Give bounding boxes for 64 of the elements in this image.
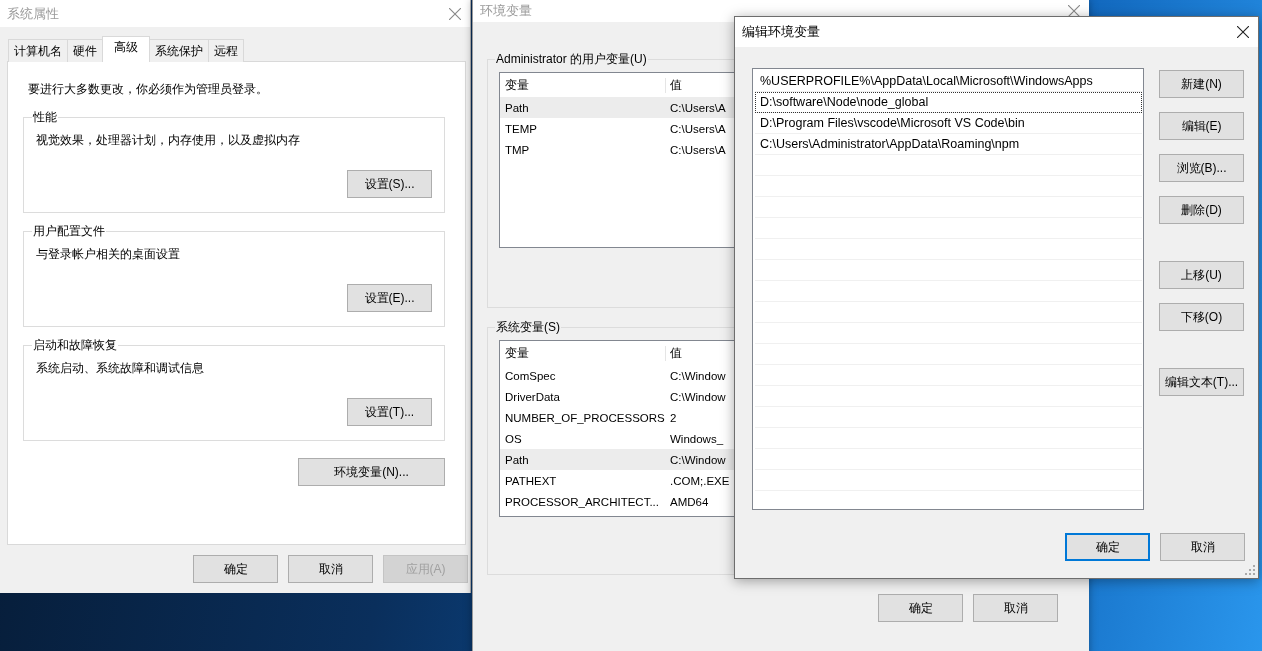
table-cell-text: NUMBER_OF_PROCESSORS	[504, 411, 666, 424]
settings-button[interactable]: 设置(T)...	[347, 398, 432, 426]
group-title: Administrator 的用户变量(U)	[495, 51, 648, 68]
table-cell-text: TMP	[504, 143, 531, 156]
action-button[interactable]: 删除(D)	[1159, 196, 1244, 224]
tab[interactable]: 远程	[208, 39, 244, 62]
close-icon[interactable]	[1237, 26, 1249, 38]
tab[interactable]: 硬件	[67, 39, 103, 62]
dialog-button[interactable]: 确定	[193, 555, 278, 583]
window-title: 环境变量	[480, 2, 532, 20]
list-item[interactable]: C:\Users\Administrator\AppData\Roaming\npm	[755, 134, 1142, 155]
table-cell-text: ComSpec	[504, 369, 557, 382]
notice-text: 要进行大多数更改，你必须作为管理员登录。	[28, 81, 269, 98]
list-item[interactable]: D:\Program Files\vscode\Microsoft VS Code\bin	[755, 113, 1142, 134]
table-cell-text: OS	[504, 432, 523, 445]
dialog-button[interactable]: 取消	[288, 555, 373, 583]
table-cell-text: .COM;.EXE	[669, 474, 730, 487]
table-cell-text: C:\Window	[669, 369, 726, 382]
table-cell-text: C:\Users\A	[669, 122, 726, 135]
dialog-button[interactable]: 确定	[878, 594, 963, 622]
group-title: 性能	[32, 109, 58, 126]
settings-button[interactable]: 设置(E)...	[347, 284, 432, 312]
column-header[interactable]: 变量	[500, 77, 666, 93]
action-button[interactable]: 上移(U)	[1159, 261, 1244, 289]
table-cell-text: C:\Window	[669, 453, 726, 466]
window-title: 系统属性	[7, 4, 59, 23]
table-cell-text: Path	[504, 453, 530, 466]
column-header[interactable]: 值	[666, 77, 682, 93]
group-title: 启动和故障恢复	[32, 337, 118, 354]
table-cell-text: AMD64	[669, 495, 709, 508]
tab[interactable]: 系统保护	[149, 39, 209, 62]
group-title: 系统变量(S)	[495, 319, 561, 336]
action-button[interactable]: 编辑(E)	[1159, 112, 1244, 140]
column-header[interactable]: 值	[666, 345, 682, 361]
action-button[interactable]: 新建(N)	[1159, 70, 1244, 98]
group-description: 与登录帐户相关的桌面设置	[36, 246, 181, 263]
group-title: 用户配置文件	[32, 223, 106, 240]
action-button[interactable]: 编辑文本(T)...	[1159, 368, 1244, 396]
group-description: 视觉效果，处理器计划，内存使用，以及虚拟内存	[36, 132, 301, 149]
resize-grip-icon[interactable]	[1245, 565, 1255, 575]
environment-variables-button[interactable]: 环境变量(N)...	[298, 458, 445, 486]
list-item[interactable]: D:\software\Node\node_global	[755, 92, 1142, 113]
action-button[interactable]: 浏览(B)...	[1159, 154, 1244, 182]
action-button[interactable]: 下移(O)	[1159, 303, 1244, 331]
tab[interactable]: 计算机名	[8, 39, 68, 62]
table-cell-text: TEMP	[504, 122, 538, 135]
table-cell-text: DriverData	[504, 390, 561, 403]
table-cell-text: C:\Users\A	[669, 101, 726, 114]
window-title: 编辑环境变量	[742, 23, 820, 41]
tab[interactable]: 高级	[102, 36, 150, 62]
table-cell-text: C:\Window	[669, 390, 726, 403]
dialog-button[interactable]: 确定	[1065, 533, 1150, 561]
table-cell-text: C:\Users\A	[669, 143, 726, 156]
table-cell-text: PATHEXT	[504, 474, 558, 487]
settings-button[interactable]: 设置(S)...	[347, 170, 432, 198]
table-cell-text: Path	[504, 101, 530, 114]
table-cell-text: PROCESSOR_ARCHITECT...	[504, 495, 660, 508]
table-cell-text: Windows_	[669, 432, 724, 445]
column-header[interactable]: 变量	[500, 345, 666, 361]
table-cell-text: 2	[669, 411, 677, 424]
dialog-button[interactable]: 取消	[1160, 533, 1245, 561]
list-item[interactable]: %USERPROFILE%\AppData\Local\Microsoft\WindowsApps	[755, 71, 1142, 92]
group-description: 系统启动、系统故障和调试信息	[36, 360, 205, 377]
dialog-button[interactable]: 取消	[973, 594, 1058, 622]
